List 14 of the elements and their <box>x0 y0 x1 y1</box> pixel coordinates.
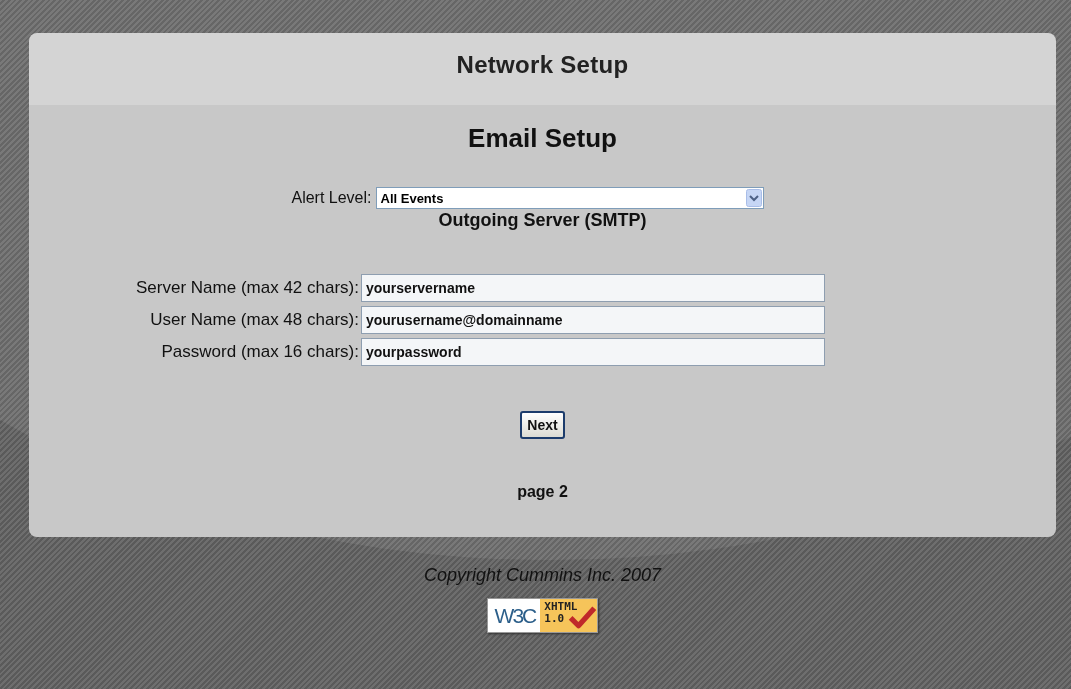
copyright-text: Copyright Cummins Inc. 2007 <box>423 565 662 586</box>
field-label: Server Name (max 42 chars): <box>136 278 359 298</box>
text-field[interactable]: yourservername <box>360 274 825 302</box>
field-label: User Name (max 48 chars): <box>149 310 359 330</box>
page-number: page 2 <box>517 483 568 501</box>
field-label: Alert Level: <box>291 189 372 207</box>
next-button[interactable]: Next <box>520 411 565 439</box>
subsection-heading: Outgoing Server (SMTP) <box>438 210 647 231</box>
text-field[interactable]: yourusername@domainname <box>360 306 825 334</box>
text-field[interactable]: yourpassword <box>360 338 825 366</box>
page-title: Network Setup <box>456 51 629 79</box>
field-label: Password (max 16 chars): <box>160 342 359 362</box>
alert-level-dropdown[interactable]: All Events <box>375 187 764 209</box>
section-heading: Email Setup <box>468 123 617 154</box>
